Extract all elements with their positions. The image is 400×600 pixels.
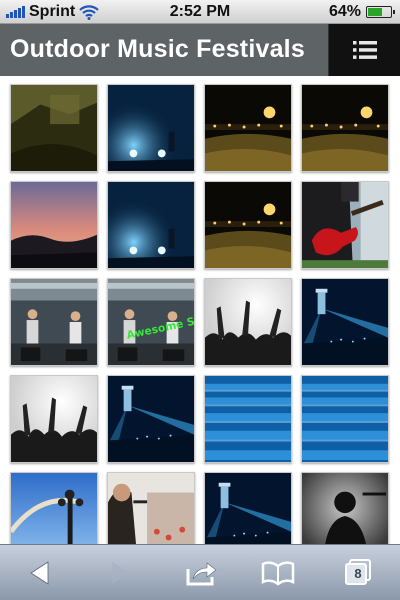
page-title: Outdoor Music Festivals (10, 35, 305, 63)
photo-thumbnail-blue-stage-lights[interactable] (107, 84, 195, 172)
menu-button[interactable] (328, 24, 400, 76)
photo-thumbnail-stage-silhouette-olive[interactable] (10, 84, 98, 172)
photo-thumbnail-empty-blue-seats[interactable] (301, 375, 389, 463)
photo-thumbnail-concert-lights-blue[interactable] (107, 375, 195, 463)
battery-percent: 64% (328, 3, 361, 20)
list-menu-icon (352, 41, 377, 59)
photo-thumbnail-band-on-stage[interactable] (10, 278, 98, 366)
photo-thumbnail-concert-lights-blue[interactable] (301, 278, 389, 366)
share-icon (186, 562, 217, 586)
back-button[interactable] (20, 555, 60, 591)
photo-grid[interactable]: Awesome Show (0, 76, 400, 544)
photo-thumbnail-concert-lights-blue[interactable] (204, 472, 292, 544)
browser-toolbar: 8 (0, 544, 400, 600)
photo-thumbnail-singer-and-crowd[interactable] (107, 472, 195, 544)
app-header: Outdoor Music Festivals (0, 24, 400, 76)
photo-thumbnail-crowd-hands-bw[interactable] (204, 278, 292, 366)
photo-thumbnail-singer-silhouette-dark[interactable] (301, 472, 389, 544)
pages-button[interactable]: 8 (338, 555, 378, 591)
status-right: 64% (328, 3, 395, 21)
battery-icon (366, 6, 395, 18)
photo-thumbnail-lighting-rig-sky[interactable] (10, 472, 98, 544)
photo-thumbnail-crowd-hands-bw[interactable] (10, 375, 98, 463)
battery-level-fill (368, 8, 383, 16)
photo-thumbnail-band-on-stage-awesome-show[interactable]: Awesome Show (107, 278, 195, 366)
photo-thumbnail-sunset-sky[interactable] (10, 181, 98, 269)
forward-arrow-icon (112, 562, 129, 584)
status-bar: Sprint 2:52 PM 64% (0, 0, 400, 24)
photo-thumbnail-night-crowd-lights[interactable] (204, 181, 292, 269)
pages-count: 8 (354, 566, 362, 581)
back-arrow-icon (30, 561, 49, 585)
photo-thumbnail-night-crowd-lights[interactable] (204, 84, 292, 172)
photo-thumbnail-empty-blue-seats[interactable] (204, 375, 292, 463)
photo-thumbnail-night-crowd-lights[interactable] (301, 84, 389, 172)
photo-thumbnail-red-guitar-player[interactable] (301, 181, 389, 269)
bookmarks-icon (261, 561, 295, 586)
photo-thumbnail-blue-stage-lights[interactable] (107, 181, 195, 269)
bookmarks-button[interactable] (258, 555, 298, 591)
forward-button[interactable] (100, 555, 140, 591)
share-button[interactable] (182, 555, 222, 591)
